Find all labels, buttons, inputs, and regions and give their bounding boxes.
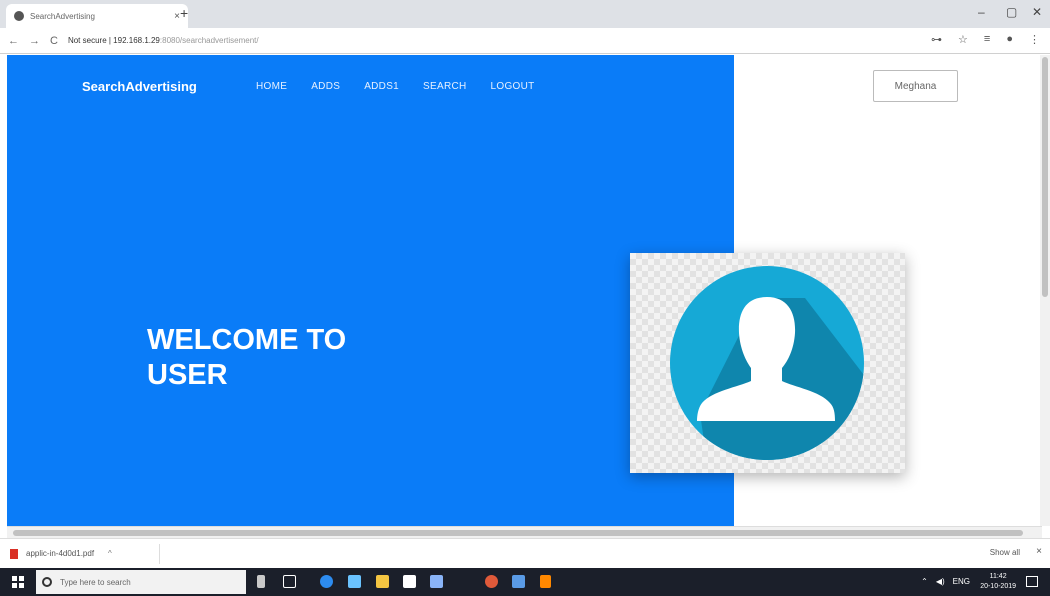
cortana-icon <box>42 577 52 587</box>
address-bar: ← → C Not secure | 192.168.1.29:8080/sea… <box>0 28 1050 54</box>
vertical-scroll-thumb[interactable] <box>1042 57 1048 297</box>
browser-tab[interactable]: SearchAdvertising × <box>6 4 188 28</box>
app-icon[interactable] <box>430 575 443 588</box>
vlc-icon[interactable] <box>540 575 551 588</box>
url-path: :8080/searchadvertisement/ <box>159 36 259 45</box>
nav-adds[interactable]: ADDS <box>311 81 340 92</box>
mail-icon[interactable] <box>403 575 416 588</box>
taskbar-clock[interactable]: 11:42 20-10-2019 <box>980 572 1016 592</box>
vertical-scrollbar[interactable] <box>1040 55 1050 526</box>
user-avatar-icon <box>670 266 864 460</box>
download-item[interactable]: applic-in-4d0d1.pdf ^ <box>10 543 160 564</box>
horizontal-scrollbar[interactable] <box>7 526 1042 538</box>
clock-date: 20-10-2019 <box>980 583 1016 590</box>
browser-tab-bar: SearchAdvertising × + – ▢ ✕ <box>0 0 1050 28</box>
nav-adds1[interactable]: ADDS1 <box>364 81 399 92</box>
language-indicator[interactable]: ENG <box>953 577 970 586</box>
welcome-line-1: WELCOME TO <box>147 324 347 356</box>
microphone-icon[interactable] <box>257 575 265 588</box>
minimize-button[interactable]: – <box>978 5 985 19</box>
pdf-file-icon <box>10 548 18 559</box>
browser-toolbar: ⊶ ☆ ≡ ● ⋮ <box>931 33 1040 46</box>
taskbar-search-placeholder: Type here to search <box>60 577 131 587</box>
forward-button[interactable]: → <box>29 35 40 47</box>
bookmark-star-icon[interactable]: ☆ <box>958 33 968 46</box>
hero-section: SearchAdvertising HOME ADDS ADDS1 SEARCH… <box>7 55 734 526</box>
download-file-name: applic-in-4d0d1.pdf <box>26 549 95 558</box>
horizontal-scroll-thumb[interactable] <box>13 530 1023 536</box>
nav-logout[interactable]: LOGOUT <box>491 81 535 92</box>
task-view-icon[interactable] <box>283 575 296 588</box>
favicon-icon <box>14 11 24 21</box>
nav-search[interactable]: SEARCH <box>423 81 466 92</box>
back-button[interactable]: ← <box>8 35 19 47</box>
maximize-button[interactable]: ▢ <box>1006 5 1017 19</box>
volume-icon[interactable]: ◀) <box>936 577 945 586</box>
url-host: 192.168.1.29 <box>113 36 160 45</box>
download-chevron-icon[interactable]: ^ <box>108 549 112 558</box>
avatar-card <box>630 253 905 473</box>
menu-icon[interactable]: ⋮ <box>1029 33 1040 46</box>
key-icon[interactable]: ⊶ <box>931 33 942 46</box>
extensions-icon[interactable]: ≡ <box>984 33 990 46</box>
show-all-downloads-button[interactable]: Show all <box>990 548 1020 557</box>
welcome-line-2: USER <box>147 359 228 391</box>
store-icon[interactable] <box>348 575 361 588</box>
chrome-icon[interactable] <box>485 575 498 588</box>
taskbar-search-box[interactable]: Type here to search <box>36 570 246 594</box>
new-tab-button[interactable]: + <box>180 5 188 21</box>
close-downloads-icon[interactable]: × <box>1036 546 1042 557</box>
page-viewport: SearchAdvertising HOME ADDS ADDS1 SEARCH… <box>7 55 1040 526</box>
nav-home[interactable]: HOME <box>256 81 287 92</box>
user-account-button[interactable]: Meghana <box>873 70 958 102</box>
edge-browser-icon[interactable] <box>320 575 333 588</box>
security-label: Not secure <box>67 36 107 45</box>
system-tray: ⌃ ◀) ENG <box>921 577 970 586</box>
brand-logo[interactable]: SearchAdvertising <box>82 79 197 94</box>
clock-time: 11:42 <box>989 573 1007 580</box>
url-field[interactable]: Not secure | 192.168.1.29:8080/searchadv… <box>68 36 259 45</box>
reload-button[interactable]: C <box>50 35 58 47</box>
close-window-button[interactable]: ✕ <box>1032 5 1042 19</box>
welcome-heading: WELCOME TO USER <box>147 323 346 393</box>
tab-title: SearchAdvertising <box>30 11 95 21</box>
downloads-bar: applic-in-4d0d1.pdf ^ Show all × <box>0 538 1050 568</box>
windows-start-icon[interactable] <box>12 576 24 588</box>
notification-center-icon[interactable] <box>1026 576 1038 587</box>
main-nav: HOME ADDS ADDS1 SEARCH LOGOUT <box>256 81 535 92</box>
profile-icon[interactable]: ● <box>1006 33 1013 46</box>
windows-taskbar: Type here to search ⌃ ◀) ENG 11:42 20-10… <box>0 568 1050 596</box>
file-explorer-icon[interactable] <box>376 575 389 588</box>
tray-chevron-icon[interactable]: ⌃ <box>921 577 928 586</box>
app-window-icon[interactable] <box>512 575 525 588</box>
